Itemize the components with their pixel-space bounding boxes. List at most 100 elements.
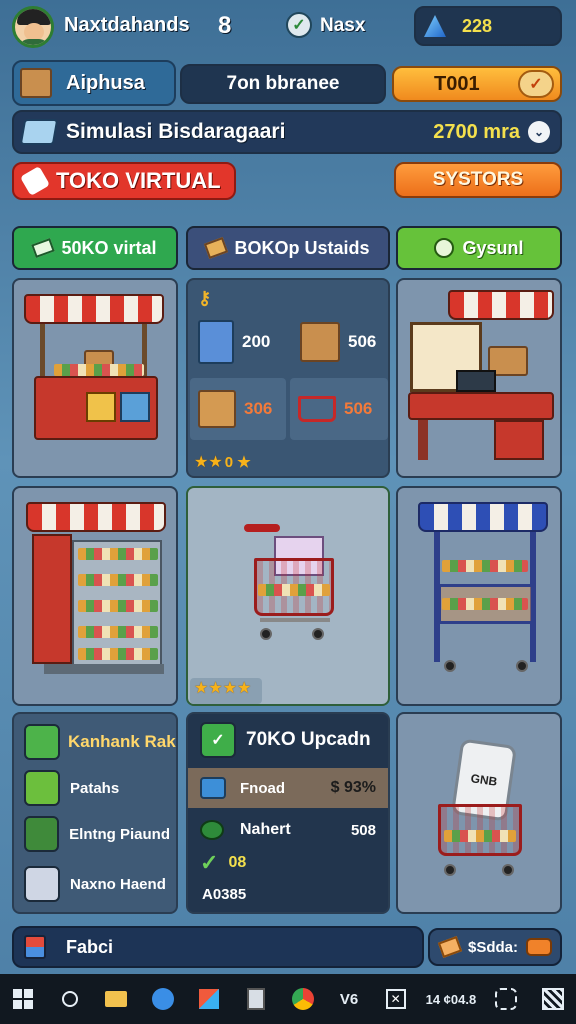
search-icon[interactable] xyxy=(47,974,94,1024)
toko-virtual-banner: TOKO VIRTUAL xyxy=(12,162,236,200)
start-windows-icon[interactable] xyxy=(0,974,47,1024)
red-awning xyxy=(24,294,164,324)
upgrade-row-1[interactable]: Fnoad $ 93% xyxy=(188,768,388,808)
qr-icon[interactable] xyxy=(529,974,576,1024)
key-icon: ⚷ xyxy=(198,288,212,308)
tab-label: BOKOp Ustaids xyxy=(234,237,370,258)
inventory-icon xyxy=(24,935,46,959)
money-bag-icon xyxy=(200,820,224,840)
upgrade-row-2[interactable]: Nahert 508 xyxy=(188,814,388,846)
inventory-rating: ★★ 0 ★ xyxy=(194,452,251,472)
chevron-down-icon[interactable]: ⌄ xyxy=(528,121,550,143)
taskbar-v6[interactable]: V6 xyxy=(326,974,373,1024)
item-value: 200 xyxy=(242,332,271,351)
footer-left-bar[interactable]: Fabci xyxy=(12,926,424,968)
cash-register-icon xyxy=(456,370,496,392)
inventory-panel: ⚷ 200 506 306 506 ★★ 0 ★ xyxy=(186,278,390,478)
package-icon xyxy=(24,866,60,902)
blue-awning xyxy=(418,502,548,532)
tab-label: Gysunl xyxy=(462,237,524,258)
rack-title: Kanhank Rak xyxy=(68,732,176,751)
green-check-icon: ✓ xyxy=(200,850,219,875)
chat-bubble-icon[interactable] xyxy=(140,974,187,1024)
product-box-icon xyxy=(198,320,234,364)
stall-card-1[interactable] xyxy=(12,278,178,478)
footer-right-label: $Sdda: xyxy=(468,938,519,956)
center-label-panel: 7on bbranee xyxy=(180,64,386,104)
inventory-item-4[interactable]: 506 xyxy=(290,378,388,440)
simulation-title: Simulasi Bisdaragaari xyxy=(66,120,286,143)
upgrade-panel: ✓ 70KO Upcadn Fnoad $ 93% Nahert 508 ✓ 0… xyxy=(186,712,390,914)
item-value: 506 xyxy=(344,399,373,418)
stall-card-blue[interactable] xyxy=(396,486,562,706)
rating-text: 0 ★ xyxy=(224,454,251,471)
upgrade-row-label: Fnoad xyxy=(240,779,285,797)
rack-item-label: Patahs xyxy=(70,779,120,797)
rack-icon xyxy=(24,724,60,760)
upgrade-row-value: 508 xyxy=(350,821,376,839)
gems-counter[interactable]: 228 xyxy=(414,6,562,46)
cardboard-box-icon xyxy=(300,322,340,362)
monitor-icon xyxy=(19,119,59,145)
cart-rating: ★★★★ xyxy=(190,678,262,704)
stall-card-shelves[interactable] xyxy=(12,486,178,706)
item-value: 306 xyxy=(244,399,273,418)
upgrade-row-value: 08 xyxy=(228,854,247,871)
upgrade-row-label: Nahert xyxy=(240,821,291,838)
simulation-title-bar: Simulasi Bisdaragaari 2700 mra ⌄ xyxy=(12,110,562,154)
cart-icon xyxy=(298,396,336,422)
store-name: Aiphusa xyxy=(66,71,145,94)
parcel-icon xyxy=(198,390,236,428)
box-icon xyxy=(20,68,52,98)
upgrade-row-3[interactable]: ✓ 08 xyxy=(200,850,246,876)
check-icon: ✓ xyxy=(518,70,554,98)
coupon-icon xyxy=(204,237,229,259)
crate-icon xyxy=(24,816,60,852)
upgrade-check-icon: ✓ xyxy=(200,722,236,758)
rack-item-label: Elntng Piaund xyxy=(69,825,170,843)
gems-value: 228 xyxy=(462,15,493,36)
red-awning xyxy=(448,290,554,320)
systems-button[interactable]: SYSTORS xyxy=(394,162,562,198)
inventory-item-1[interactable]: 200 xyxy=(188,310,288,374)
rack-item-1[interactable]: Patahs xyxy=(24,766,170,810)
player-name: Naxtdahands xyxy=(64,14,190,36)
browser-globe-icon[interactable] xyxy=(279,974,326,1024)
cart-card[interactable]: ★★★★ xyxy=(186,486,390,706)
network-icon[interactable] xyxy=(483,974,530,1024)
rack-item-2[interactable]: Elntng Piaund xyxy=(24,812,170,856)
store-name-panel[interactable]: Aiphusa xyxy=(12,60,176,106)
player-avatar[interactable] xyxy=(12,6,54,48)
coin-icon xyxy=(434,238,455,258)
cube-app-icon[interactable] xyxy=(186,974,233,1024)
os-taskbar: V6 ✕ 14 ¢04.8 xyxy=(0,974,576,1024)
inventory-item-3[interactable]: 306 xyxy=(190,378,286,440)
footer-left-label: Fabci xyxy=(66,936,114,957)
tab-toko-virtual[interactable]: 50KO virtal xyxy=(12,226,178,270)
rating-stars: ★★★★ xyxy=(194,680,252,697)
rack-item-label: Naxno Haend xyxy=(70,875,166,893)
footer-right-button[interactable]: $Sdda: xyxy=(428,928,562,966)
banner-title: TOKO VIRTUAL xyxy=(56,168,221,193)
stall-card-register[interactable] xyxy=(396,278,562,478)
gold-action-button[interactable]: T001 ✓ xyxy=(392,66,562,102)
ticket-icon xyxy=(31,238,56,258)
red-awning xyxy=(26,502,166,532)
ticket-icon xyxy=(437,936,463,958)
folder-icon[interactable] xyxy=(93,974,140,1024)
systems-label: SYSTORS xyxy=(432,169,524,190)
screen-icon xyxy=(200,777,226,799)
calculator-icon[interactable] xyxy=(233,974,280,1024)
rack-item-3[interactable]: Naxno Haend xyxy=(24,862,170,906)
tab-bokop-ustaids[interactable]: BOKOp Ustaids xyxy=(186,226,390,270)
item-value: 506 xyxy=(348,332,377,351)
close-box-icon[interactable]: ✕ xyxy=(372,974,419,1024)
inventory-item-2[interactable]: 506 xyxy=(290,310,388,374)
task-label: Nasx xyxy=(320,15,366,36)
cart-tag-card[interactable]: GNB xyxy=(396,712,562,914)
task-check-icon[interactable]: ✓ xyxy=(286,12,312,38)
toggle-icon xyxy=(526,938,552,956)
taskbar-clock: 14 ¢04.8 xyxy=(425,991,477,1007)
tab-gysunl[interactable]: Gysunl xyxy=(396,226,562,270)
cash-icon xyxy=(24,770,60,806)
